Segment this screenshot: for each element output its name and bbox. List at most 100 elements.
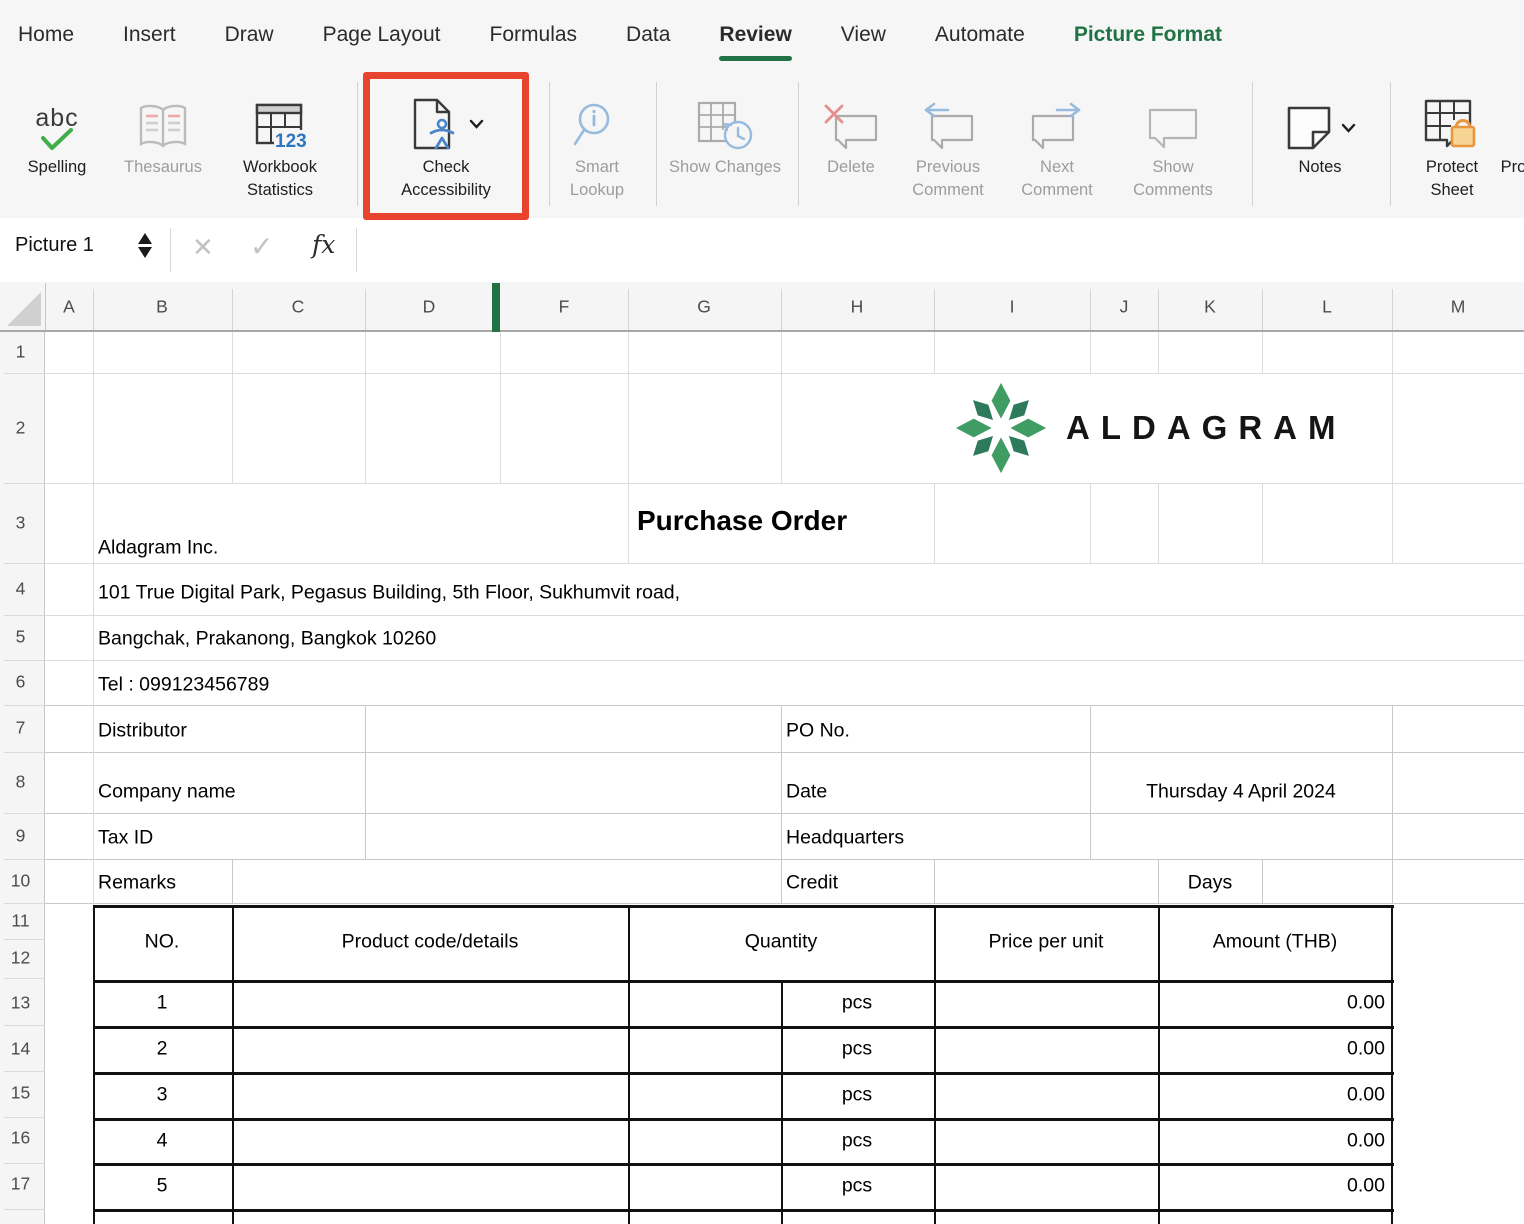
enter-icon[interactable]: ✓ [250, 230, 273, 263]
date-value: Thursday 4 April 2024 [1146, 781, 1336, 804]
column-header-K[interactable]: K [1204, 296, 1216, 317]
row-header-6[interactable]: 6 [0, 672, 41, 693]
row-header-2[interactable]: 2 [0, 418, 41, 439]
check-accessibility-button[interactable]: Check Accessibility [376, 76, 516, 202]
row-header-9[interactable]: 9 [0, 826, 41, 847]
gridline [1392, 373, 1393, 483]
next-comment-button[interactable]: Next Comment [1007, 76, 1107, 202]
tab-page-layout[interactable]: Page Layout [323, 23, 441, 47]
row-header-8[interactable]: 8 [0, 772, 41, 793]
spinner-down-icon[interactable] [138, 247, 152, 258]
row-header-10[interactable]: 10 [0, 871, 41, 892]
workbook-statistics-button[interactable]: 123 Workbook Statistics [218, 76, 342, 202]
row-separator [4, 660, 45, 661]
gridline [1392, 859, 1393, 903]
button-label: Workbook Statistics [218, 156, 342, 202]
tab-picture-format[interactable]: Picture Format [1074, 23, 1222, 47]
row-header-11[interactable]: 11 [0, 911, 41, 932]
spreadsheet-grid[interactable]: Purchase Order Aldagram Inc. 101 True Di… [45, 332, 1524, 1224]
column-header-I[interactable]: I [1010, 296, 1015, 317]
row-header-4[interactable]: 4 [0, 579, 41, 600]
row-separator [4, 563, 45, 564]
chevron-down-icon [1341, 123, 1356, 133]
row-header-16[interactable]: 16 [0, 1128, 41, 1149]
tab-view[interactable]: View [841, 23, 886, 47]
column-header-M[interactable]: M [1451, 296, 1466, 317]
row-header-15[interactable]: 15 [0, 1083, 41, 1104]
spelling-button[interactable]: abc Spelling [7, 76, 107, 179]
thesaurus-button[interactable]: Thesaurus [112, 76, 214, 179]
smart-lookup-button[interactable]: Smart Lookup [552, 76, 642, 202]
tab-review[interactable]: Review [719, 23, 791, 47]
column-separator [1262, 289, 1263, 330]
select-all-corner[interactable] [0, 283, 46, 330]
cancel-icon[interactable]: ✕ [192, 232, 214, 263]
group-divider [549, 82, 550, 206]
notes-button[interactable]: Notes [1272, 76, 1368, 179]
column-header-H[interactable]: H [851, 296, 864, 317]
column-header-C[interactable]: C [292, 296, 305, 317]
gridline [1090, 705, 1091, 859]
hidden-column-indicator [492, 283, 500, 332]
gridline [93, 980, 1394, 983]
gridline [365, 332, 366, 373]
column-separator [365, 289, 366, 330]
column-header-B[interactable]: B [156, 296, 168, 317]
thesaurus-book-icon [134, 76, 192, 156]
tab-home[interactable]: Home [18, 23, 74, 47]
row-header-3[interactable]: 3 [0, 513, 41, 534]
row-separator [4, 483, 45, 484]
protect-sheet-button[interactable]: Protect Sheet [1404, 76, 1500, 202]
delete-comment-button[interactable]: Delete [811, 76, 891, 179]
spinner-up-icon[interactable] [138, 233, 152, 244]
tab-draw[interactable]: Draw [225, 23, 274, 47]
gridline [781, 332, 782, 373]
show-changes-button[interactable]: Show Changes [668, 76, 782, 179]
tab-automate[interactable]: Automate [935, 23, 1025, 47]
ribbon-tab-bar: Home Insert Draw Page Layout Formulas Data Rev… [0, 0, 1524, 70]
ribbon: abc Spelling Thesaurus [0, 70, 1524, 218]
gridline [1090, 332, 1091, 373]
group-divider [798, 82, 799, 206]
tab-insert[interactable]: Insert [123, 23, 176, 47]
col-header-no: NO. [145, 931, 180, 954]
column-header-F[interactable]: F [559, 296, 570, 317]
column-header-J[interactable]: J [1120, 296, 1129, 317]
workbook-statistics-icon: 123 [254, 76, 306, 156]
column-header-D[interactable]: D [423, 296, 436, 317]
insert-function-icon[interactable]: fx [312, 230, 335, 259]
gridline [781, 373, 782, 483]
gridline [1391, 980, 1393, 1224]
button-label: Check Accessibility [376, 156, 516, 202]
gridline [93, 1118, 1394, 1121]
credit-label: Credit [786, 872, 838, 895]
name-box[interactable]: Picture 1 [15, 234, 94, 257]
formula-input[interactable] [357, 218, 1524, 282]
gridline [93, 905, 95, 980]
row-header-13[interactable]: 13 [0, 993, 41, 1014]
gridline [628, 332, 629, 373]
group-divider [656, 82, 657, 206]
column-header-L[interactable]: L [1322, 296, 1332, 317]
gridline [1391, 905, 1393, 980]
aldagram-logo: ALDAGRAM [936, 377, 1390, 479]
column-header-A[interactable]: A [63, 296, 75, 317]
company-name-text: Aldagram Inc. [98, 537, 218, 560]
row-header-5[interactable]: 5 [0, 627, 41, 648]
protect-sheet-icon [1423, 76, 1481, 156]
tab-data[interactable]: Data [626, 23, 670, 47]
show-comments-button[interactable]: Show Comments [1114, 76, 1232, 202]
protect-workbook-button[interactable]: Protect Workbook [1496, 76, 1524, 179]
tab-formulas[interactable]: Formulas [490, 23, 578, 47]
row-header-7[interactable]: 7 [0, 718, 41, 739]
column-header-G[interactable]: G [697, 296, 711, 317]
previous-comment-icon [920, 76, 976, 156]
gridline [934, 905, 936, 980]
previous-comment-button[interactable]: Previous Comment [896, 76, 1000, 202]
row-header-1[interactable]: 1 [0, 342, 41, 363]
gridline [934, 859, 935, 903]
row-header-12[interactable]: 12 [0, 948, 41, 969]
name-box-spinner[interactable] [138, 233, 152, 258]
row-header-17[interactable]: 17 [0, 1174, 41, 1195]
row-header-14[interactable]: 14 [0, 1039, 41, 1060]
